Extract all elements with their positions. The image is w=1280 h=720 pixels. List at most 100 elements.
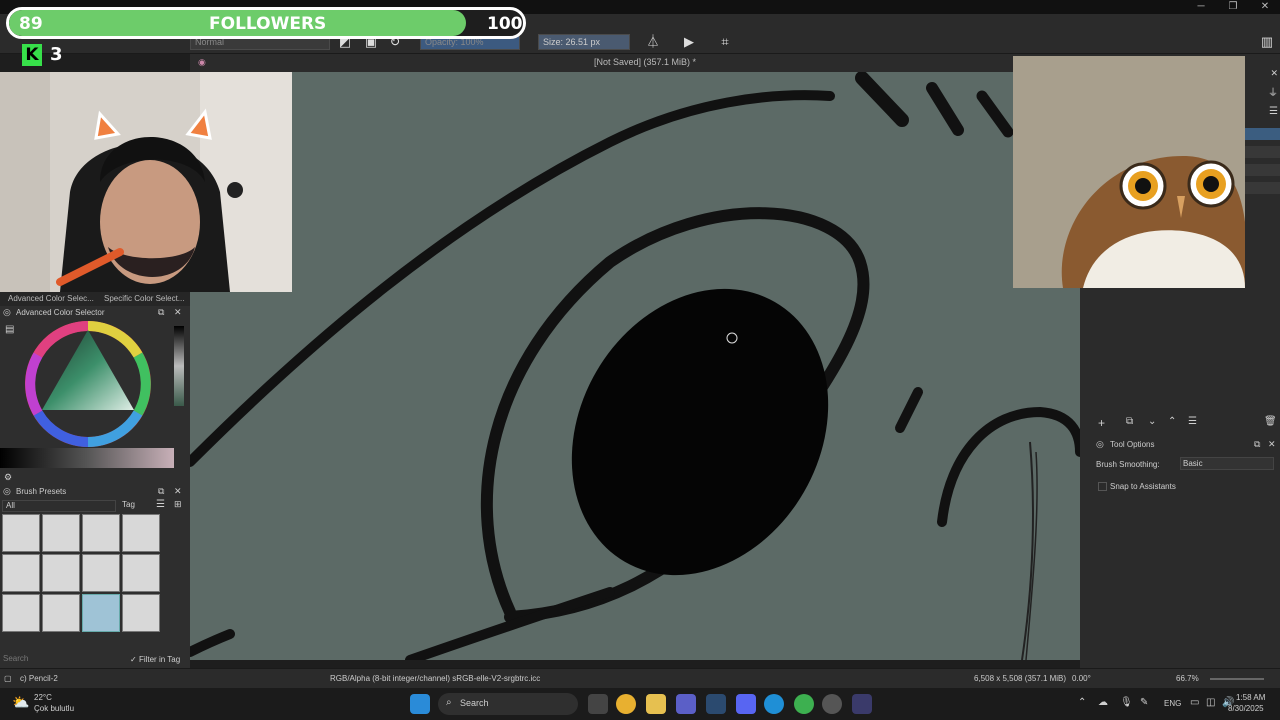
add-preset-icon[interactable]: ⊞	[174, 499, 182, 510]
duplicate-layer-icon[interactable]: ⧉	[1126, 416, 1133, 427]
weather-description[interactable]: Çok bulutlu	[34, 704, 74, 713]
float-docker-icon[interactable]: ⧉	[158, 486, 164, 497]
color-wheel-triangle[interactable]	[22, 318, 154, 450]
layer-row[interactable]	[1244, 182, 1280, 194]
workspace-icon[interactable]: ▥	[1258, 34, 1276, 50]
dock-lock-icon[interactable]: ◎	[3, 307, 11, 318]
delete-layer-icon[interactable]: 🗑	[1264, 416, 1277, 427]
close-docker-icon[interactable]: ✕	[174, 307, 182, 318]
weather-icon[interactable]: ⛅	[12, 694, 29, 711]
brush-preset[interactable]	[42, 554, 80, 592]
krita-taskbar-icon[interactable]	[852, 694, 872, 714]
language-indicator[interactable]: ENG	[1164, 699, 1181, 708]
brush-preset[interactable]	[42, 514, 80, 552]
brush-preset[interactable]	[2, 554, 40, 592]
layer-actions-bar: + ⧉ ⌄ ⌃ ☰ 🗑	[1094, 416, 1280, 430]
brush-preset[interactable]	[122, 594, 160, 632]
close-window-button[interactable]: ✕	[1250, 0, 1280, 14]
color-settings-icon[interactable]: ⚙	[4, 472, 12, 483]
document-title[interactable]: [Not Saved] (357.1 MiB) *	[594, 57, 696, 67]
brush-preset[interactable]	[122, 554, 160, 592]
brush-preset[interactable]	[82, 554, 120, 592]
layer-row[interactable]	[1244, 146, 1280, 158]
layer-properties-icon[interactable]: ☰	[1188, 416, 1197, 427]
layer-menu-icon[interactable]: ☰	[1269, 106, 1278, 117]
restore-button[interactable]: ❐	[1218, 0, 1248, 14]
rotation-value[interactable]: 0.00°	[1072, 674, 1091, 683]
tray-overflow-icon[interactable]: ⌃	[1078, 697, 1086, 708]
microphone-icon[interactable]: 🎙	[1120, 697, 1133, 708]
brush-preset[interactable]	[82, 514, 120, 552]
chrome-alt-icon[interactable]	[794, 694, 814, 714]
brush-preset[interactable]	[122, 514, 160, 552]
brush-smoothing-label: Brush Smoothing:	[1096, 460, 1160, 469]
teams-icon[interactable]	[676, 694, 696, 714]
zoom-value[interactable]: 66.7%	[1176, 674, 1199, 683]
pen-icon[interactable]: ✎	[1140, 697, 1148, 708]
color-selector-menu-icon[interactable]: ▤	[5, 324, 14, 335]
float-docker-icon[interactable]: ⧉	[158, 307, 164, 318]
brush-filter-select[interactable]: All	[2, 500, 116, 512]
taskbar-search-label: Search	[460, 698, 489, 708]
snap-to-assistants-checkbox[interactable]	[1098, 482, 1107, 491]
document-tab-bar: ◉ [Not Saved] (357.1 MiB) *	[190, 54, 1090, 72]
clock-time[interactable]: 1:58 AM	[1236, 693, 1265, 702]
task-view-icon[interactable]	[588, 694, 608, 714]
filter-in-tag-checkbox[interactable]: ✓ Filter in Tag	[130, 655, 180, 664]
mirror-vertical-icon[interactable]: ▶	[680, 34, 698, 50]
zoom-slider[interactable]	[1210, 678, 1264, 680]
drawing-canvas[interactable]	[190, 72, 1080, 660]
weather-temperature[interactable]: 22°C	[34, 693, 52, 702]
layer-row[interactable]	[1244, 128, 1280, 140]
clock-date[interactable]: 8/30/2025	[1228, 704, 1264, 713]
start-menu-icon[interactable]	[410, 694, 430, 714]
close-docker-icon[interactable]: ✕	[1270, 68, 1278, 79]
brush-preset[interactable]	[42, 594, 80, 632]
move-layer-down-icon[interactable]: ⌄	[1148, 416, 1156, 427]
current-brush-name: c) Pencil-2	[20, 674, 58, 683]
tab-specific-color-selector[interactable]: Specific Color Select...	[104, 294, 184, 303]
owl-reference-image	[1013, 56, 1245, 288]
brush-status-icon: ▢	[4, 674, 12, 683]
size-slider[interactable]: Size: 26.51 px	[538, 34, 630, 50]
tab-advanced-color-selector[interactable]: Advanced Color Selec...	[8, 294, 94, 303]
taskbar-search-box[interactable]: ⌕ Search	[438, 693, 578, 715]
view-options-icon[interactable]: ☰	[156, 499, 165, 510]
float-docker-icon[interactable]: ⧉	[1254, 439, 1260, 450]
followers-goal-bar: 89 FOLLOWERS 100	[6, 7, 526, 39]
dock-lock-icon[interactable]: ◎	[3, 486, 11, 497]
move-layer-up-icon[interactable]: ⌃	[1168, 416, 1176, 427]
mirror-horizontal-icon[interactable]: ⏃	[644, 34, 662, 50]
brush-smoothing-select[interactable]: Basic	[1180, 457, 1274, 470]
dock-lock-icon[interactable]: ◎	[1096, 439, 1104, 450]
tag-button[interactable]: Tag	[122, 500, 135, 509]
display-icon[interactable]: ▭	[1190, 697, 1199, 708]
brush-search-input[interactable]: Search	[0, 654, 126, 666]
color-history-strip[interactable]	[174, 326, 184, 406]
followers-label: FOLLOWERS	[209, 14, 327, 34]
brush-presets-header: ◎ Brush Presets ⧉ ✕	[0, 485, 190, 499]
wrap-around-icon[interactable]: ⌗	[716, 34, 734, 50]
filter-icon[interactable]: ⏚	[1268, 84, 1278, 99]
close-docker-icon[interactable]: ✕	[1268, 439, 1276, 450]
onedrive-icon[interactable]: ☁	[1098, 697, 1108, 708]
discord-icon[interactable]	[736, 694, 756, 714]
brush-preset[interactable]	[2, 514, 40, 552]
kick-logo-icon: K	[22, 44, 42, 66]
file-explorer-icon[interactable]	[646, 694, 666, 714]
value-slider[interactable]	[0, 448, 174, 468]
close-docker-icon[interactable]: ✕	[174, 486, 182, 497]
network-icon[interactable]: ◫	[1206, 697, 1215, 708]
minimize-button[interactable]: ─	[1186, 0, 1216, 14]
chrome-icon[interactable]	[616, 694, 636, 714]
add-layer-icon[interactable]: +	[1098, 416, 1105, 430]
status-bar: ▢ c) Pencil-2 RGB/Alpha (8-bit integer/c…	[0, 668, 1280, 688]
color-docker-tabs: Advanced Color Selec... Specific Color S…	[0, 292, 190, 306]
kick-viewer-badge: K 3	[22, 44, 70, 66]
layer-row[interactable]	[1244, 164, 1280, 176]
obs-icon[interactable]	[822, 694, 842, 714]
brush-preset[interactable]	[2, 594, 40, 632]
edge-icon[interactable]	[764, 694, 784, 714]
brush-preset-selected[interactable]	[82, 594, 120, 632]
steam-icon[interactable]	[706, 694, 726, 714]
